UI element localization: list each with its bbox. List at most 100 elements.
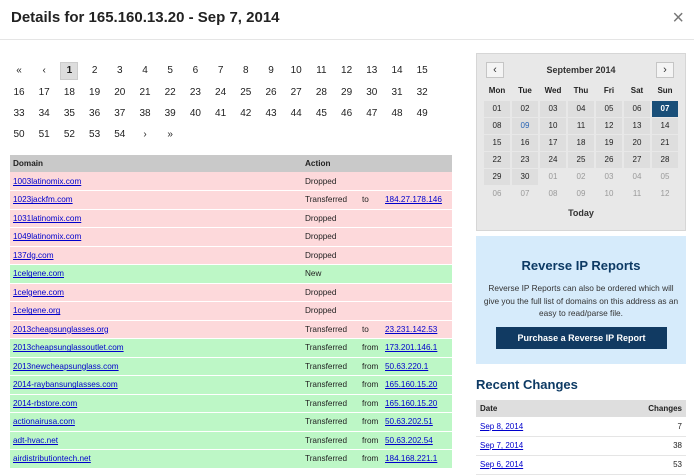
page-19-button[interactable]: 19 bbox=[86, 84, 104, 102]
ip-link[interactable]: 184.168.221.1 bbox=[385, 454, 437, 463]
calendar-day[interactable]: 07 bbox=[512, 186, 538, 202]
page-14-button[interactable]: 14 bbox=[388, 62, 406, 80]
calendar-next-button[interactable]: › bbox=[656, 62, 674, 78]
calendar-day[interactable]: 04 bbox=[624, 169, 650, 185]
page-48-button[interactable]: 48 bbox=[388, 105, 406, 123]
page-32-button[interactable]: 32 bbox=[413, 84, 431, 102]
page-54-button[interactable]: 54 bbox=[111, 126, 129, 144]
calendar-day[interactable]: 10 bbox=[596, 186, 622, 202]
page-16-button[interactable]: 16 bbox=[10, 84, 28, 102]
page-17-button[interactable]: 17 bbox=[35, 84, 53, 102]
page-28-button[interactable]: 28 bbox=[312, 84, 330, 102]
page-44-button[interactable]: 44 bbox=[287, 105, 305, 123]
calendar-day[interactable]: 20 bbox=[624, 135, 650, 151]
page-24-button[interactable]: 24 bbox=[212, 84, 230, 102]
page-47-button[interactable]: 47 bbox=[363, 105, 381, 123]
calendar-day[interactable]: 19 bbox=[596, 135, 622, 151]
page-15-button[interactable]: 15 bbox=[413, 62, 431, 80]
page-49-button[interactable]: 49 bbox=[413, 105, 431, 123]
page-43-button[interactable]: 43 bbox=[262, 105, 280, 123]
page-6-button[interactable]: 6 bbox=[186, 62, 204, 80]
prev-page-button[interactable]: ‹ bbox=[35, 62, 53, 80]
page-10-button[interactable]: 10 bbox=[287, 62, 305, 80]
page-12-button[interactable]: 12 bbox=[338, 62, 356, 80]
next-page-button[interactable]: › bbox=[136, 126, 154, 144]
calendar-day[interactable]: 08 bbox=[540, 186, 566, 202]
page-37-button[interactable]: 37 bbox=[111, 105, 129, 123]
page-33-button[interactable]: 33 bbox=[10, 105, 28, 123]
page-18-button[interactable]: 18 bbox=[60, 84, 78, 102]
calendar-day[interactable]: 27 bbox=[624, 152, 650, 168]
calendar-day[interactable]: 16 bbox=[512, 135, 538, 151]
calendar-day[interactable]: 28 bbox=[652, 152, 678, 168]
page-34-button[interactable]: 34 bbox=[35, 105, 53, 123]
page-29-button[interactable]: 29 bbox=[338, 84, 356, 102]
page-22-button[interactable]: 22 bbox=[161, 84, 179, 102]
page-42-button[interactable]: 42 bbox=[237, 105, 255, 123]
page-26-button[interactable]: 26 bbox=[262, 84, 280, 102]
domain-link[interactable]: 2013cheapsunglassoutlet.com bbox=[13, 343, 124, 352]
domain-link[interactable]: actionairusa.com bbox=[13, 417, 75, 426]
calendar-day[interactable]: 26 bbox=[596, 152, 622, 168]
domain-link[interactable]: 1003latinomix.com bbox=[13, 177, 81, 186]
page-4-button[interactable]: 4 bbox=[136, 62, 154, 80]
calendar-day[interactable]: 02 bbox=[568, 169, 594, 185]
page-51-button[interactable]: 51 bbox=[35, 126, 53, 144]
ip-link[interactable]: 50.63.202.51 bbox=[385, 417, 433, 426]
domain-link[interactable]: 2014-raybansunglasses.com bbox=[13, 380, 118, 389]
date-link[interactable]: Sep 7, 2014 bbox=[480, 441, 523, 450]
calendar-day[interactable]: 13 bbox=[624, 118, 650, 134]
domain-link[interactable]: 1celgene.com bbox=[13, 288, 64, 297]
calendar-day[interactable]: 05 bbox=[596, 101, 622, 117]
page-25-button[interactable]: 25 bbox=[237, 84, 255, 102]
calendar-day[interactable]: 10 bbox=[540, 118, 566, 134]
domain-link[interactable]: airdistributiontech.net bbox=[13, 454, 91, 463]
domain-link[interactable]: 137dg.com bbox=[13, 251, 54, 260]
calendar-today-button[interactable]: Today bbox=[477, 208, 685, 218]
calendar-day[interactable]: 22 bbox=[484, 152, 510, 168]
calendar-day[interactable]: 03 bbox=[596, 169, 622, 185]
calendar-day[interactable]: 02 bbox=[512, 101, 538, 117]
calendar-day[interactable]: 29 bbox=[484, 169, 510, 185]
page-8-button[interactable]: 8 bbox=[237, 62, 255, 80]
page-50-button[interactable]: 50 bbox=[10, 126, 28, 144]
calendar-day[interactable]: 24 bbox=[540, 152, 566, 168]
page-9-button[interactable]: 9 bbox=[262, 62, 280, 80]
domain-link[interactable]: adt-hvac.net bbox=[13, 436, 58, 445]
page-11-button[interactable]: 11 bbox=[312, 62, 330, 80]
domain-link[interactable]: 1031latinomix.com bbox=[13, 214, 81, 223]
calendar-day[interactable]: 01 bbox=[484, 101, 510, 117]
page-1-button[interactable]: 1 bbox=[60, 62, 79, 80]
domain-link[interactable]: 1celgene.com bbox=[13, 269, 64, 278]
page-45-button[interactable]: 45 bbox=[312, 105, 330, 123]
ip-link[interactable]: 165.160.15.20 bbox=[385, 380, 437, 389]
ip-link[interactable]: 23.231.142.53 bbox=[385, 325, 437, 334]
calendar-day[interactable]: 09 bbox=[568, 186, 594, 202]
calendar-day[interactable]: 06 bbox=[484, 186, 510, 202]
calendar-day[interactable]: 15 bbox=[484, 135, 510, 151]
date-link[interactable]: Sep 6, 2014 bbox=[480, 460, 523, 469]
domain-link[interactable]: 1049latinomix.com bbox=[13, 232, 81, 241]
ip-link[interactable]: 50.63.220.1 bbox=[385, 362, 428, 371]
domain-link[interactable]: 1celgene.org bbox=[13, 306, 60, 315]
page-30-button[interactable]: 30 bbox=[363, 84, 381, 102]
ip-link[interactable]: 165.160.15.20 bbox=[385, 399, 437, 408]
calendar-day[interactable]: 21 bbox=[652, 135, 678, 151]
last-page-button[interactable]: » bbox=[161, 126, 179, 144]
page-7-button[interactable]: 7 bbox=[212, 62, 230, 80]
ip-link[interactable]: 50.63.202.54 bbox=[385, 436, 433, 445]
page-52-button[interactable]: 52 bbox=[60, 126, 78, 144]
domain-link[interactable]: 2014-rbstore.com bbox=[13, 399, 77, 408]
page-2-button[interactable]: 2 bbox=[86, 62, 104, 80]
calendar-day[interactable]: 11 bbox=[568, 118, 594, 134]
calendar-day[interactable]: 17 bbox=[540, 135, 566, 151]
page-21-button[interactable]: 21 bbox=[136, 84, 154, 102]
page-27-button[interactable]: 27 bbox=[287, 84, 305, 102]
page-20-button[interactable]: 20 bbox=[111, 84, 129, 102]
page-36-button[interactable]: 36 bbox=[86, 105, 104, 123]
page-31-button[interactable]: 31 bbox=[388, 84, 406, 102]
page-41-button[interactable]: 41 bbox=[212, 105, 230, 123]
calendar-day[interactable]: 03 bbox=[540, 101, 566, 117]
close-icon[interactable]: × bbox=[672, 8, 684, 28]
calendar-day[interactable]: 12 bbox=[652, 186, 678, 202]
